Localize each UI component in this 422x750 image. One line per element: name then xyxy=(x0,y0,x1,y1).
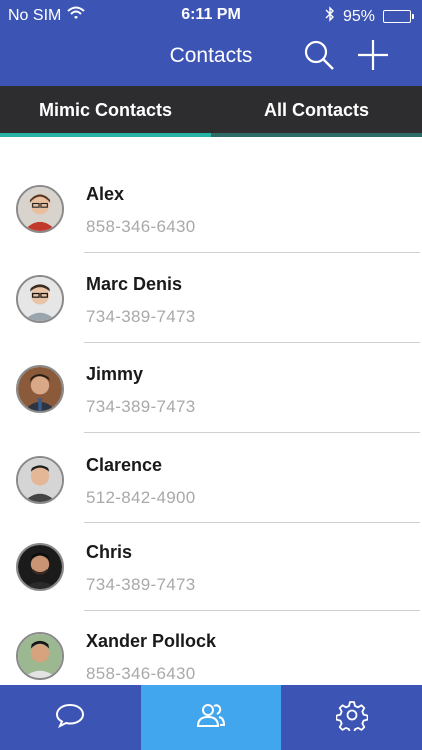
plus-icon[interactable] xyxy=(356,38,390,72)
avatar xyxy=(16,365,64,413)
contacts-tabs: Mimic Contacts All Contacts xyxy=(0,86,422,137)
contact-phone: 858-346-6430 xyxy=(86,664,196,683)
tab-settings[interactable] xyxy=(281,685,422,750)
tab-mimic-contacts[interactable]: Mimic Contacts xyxy=(0,86,211,137)
tab-all-contacts[interactable]: All Contacts xyxy=(211,86,422,137)
contact-name: Alex xyxy=(86,184,125,204)
gear-icon xyxy=(335,699,369,736)
contact-row[interactable]: Xander Pollock 858-346-6430 xyxy=(0,606,422,685)
avatar xyxy=(16,632,64,680)
contact-phone: 858-346-6430 xyxy=(86,217,196,236)
avatar xyxy=(16,456,64,504)
app-header: No SIM 6:11 PM 95% Contacts xyxy=(0,0,422,86)
search-icon[interactable] xyxy=(302,38,336,72)
tab-contacts[interactable] xyxy=(140,685,282,750)
bottom-tab-bar xyxy=(0,685,422,750)
avatar xyxy=(16,543,64,591)
tab-messages[interactable] xyxy=(0,685,141,750)
status-bar: No SIM 6:11 PM 95% xyxy=(0,0,422,30)
battery-percent: 95% xyxy=(342,7,375,25)
contact-phone: 734-389-7473 xyxy=(86,397,196,416)
chat-bubble-icon xyxy=(54,699,86,736)
contact-phone: 734-389-7473 xyxy=(86,575,196,594)
avatar xyxy=(16,185,64,233)
contact-phone: 512-842-4900 xyxy=(86,488,196,507)
contact-name: Xander Pollock xyxy=(86,631,217,651)
avatar xyxy=(16,275,64,323)
contact-row[interactable]: Alex 858-346-6430 xyxy=(0,159,422,249)
contact-row[interactable]: Jimmy 734-389-7473 xyxy=(0,339,422,429)
contact-row[interactable]: Clarence 512-842-4900 xyxy=(0,430,422,520)
tab-label: Mimic Contacts xyxy=(38,100,173,120)
battery-icon xyxy=(383,10,414,23)
contact-list: Alex 858-346-6430 Marc Denis 734-389-747… xyxy=(0,137,422,685)
contacts-icon xyxy=(195,699,227,736)
contact-name: Marc Denis xyxy=(86,274,183,294)
contact-phone: 734-389-7473 xyxy=(86,307,196,326)
tab-label: All Contacts xyxy=(263,100,369,120)
bluetooth-icon xyxy=(325,6,335,27)
contact-name: Jimmy xyxy=(86,364,144,384)
contact-name: Chris xyxy=(86,542,133,562)
contact-row[interactable]: Chris 734-389-7473 xyxy=(0,517,422,607)
contact-row[interactable]: Marc Denis 734-389-7473 xyxy=(0,249,422,339)
status-right: 95% xyxy=(325,6,414,27)
contact-name: Clarence xyxy=(86,455,163,475)
